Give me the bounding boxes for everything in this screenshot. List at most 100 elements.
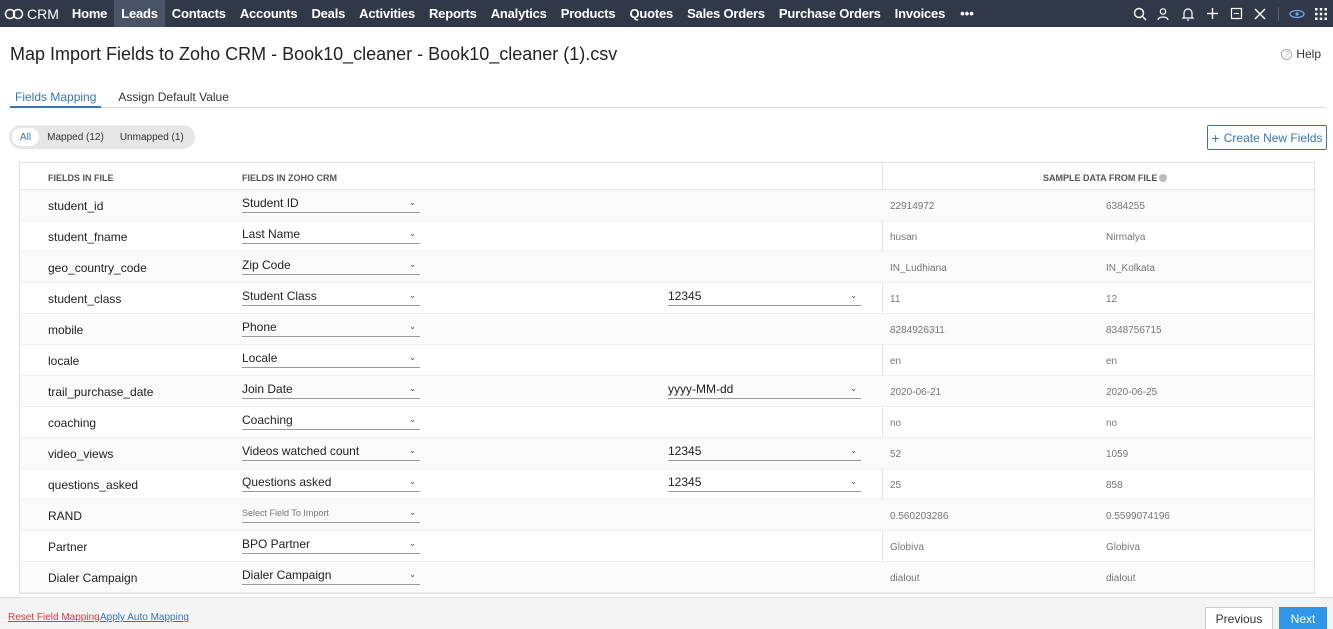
file-field-name: geo_country_code xyxy=(48,261,147,275)
crm-field-select[interactable]: Locale ⌄ xyxy=(242,348,420,368)
crm-field-value: Join Date xyxy=(242,382,293,396)
file-field-name: video_views xyxy=(48,447,114,461)
nav-item-invoices[interactable]: Invoices xyxy=(888,0,952,27)
sample-value-1: 52 xyxy=(890,449,902,460)
format-value: 12345 xyxy=(668,444,702,458)
header-sample-data-label: SAMPLE DATA FROM FILE xyxy=(1043,173,1158,183)
tab-fields-mapping[interactable]: Fields Mapping xyxy=(10,87,102,108)
brand[interactable]: CRM xyxy=(0,0,65,27)
crm-field-value: Locale xyxy=(242,351,278,365)
table-row: coaching Coaching ⌄ no no xyxy=(20,407,1314,438)
sample-value-2: 12 xyxy=(1106,294,1118,305)
format-select[interactable]: 12345 ⌄ xyxy=(668,472,861,492)
nav-item-sales-orders[interactable]: Sales Orders xyxy=(680,0,772,27)
filter-pill-unmapped[interactable]: Unmapped (1) xyxy=(112,128,192,146)
crm-field-select[interactable]: Coaching ⌄ xyxy=(242,410,420,430)
sample-value-2: Nirmalya xyxy=(1106,232,1146,243)
crm-field-select[interactable]: Zip Code ⌄ xyxy=(242,255,420,275)
chevron-down-icon: ⌄ xyxy=(409,477,416,486)
nav-item-accounts[interactable]: Accounts xyxy=(233,0,305,27)
sample-value-1: dialout xyxy=(890,573,920,584)
chevron-down-icon: ⌄ xyxy=(409,291,416,300)
nav-item-activities[interactable]: Activities xyxy=(352,0,422,27)
sample-value-1: 22914972 xyxy=(890,201,935,212)
info-icon[interactable] xyxy=(1159,174,1168,182)
crm-field-value: Zip Code xyxy=(242,258,291,272)
table-row: RAND Select Field To Import ⌄ 0.560203286 0.… xyxy=(20,500,1314,531)
eye-link-icon[interactable] xyxy=(1285,0,1309,27)
nav-item-home[interactable]: Home xyxy=(65,0,114,27)
nav-item-reports[interactable]: Reports xyxy=(422,0,484,27)
reset-field-mapping-link[interactable]: Reset Field Mapping xyxy=(8,612,100,623)
chevron-down-icon: ⌄ xyxy=(409,384,416,393)
top-nav: CRM Home Leads Contacts Accounts Deals Activi… xyxy=(0,0,1333,27)
sample-value-1: 11 xyxy=(890,294,901,305)
nav-item-products[interactable]: Products xyxy=(554,0,623,27)
header-fields-in-crm: FIELDS IN ZOHO CRM xyxy=(242,173,337,183)
nav-item-quotes[interactable]: Quotes xyxy=(622,0,680,27)
plus-icon[interactable] xyxy=(1200,0,1224,27)
filter-pill-all[interactable]: All xyxy=(12,128,40,146)
nav-item-leads[interactable]: Leads xyxy=(114,0,165,27)
nav-item-purchase-orders[interactable]: Purchase Orders xyxy=(772,0,888,27)
tools-icon[interactable] xyxy=(1248,0,1272,27)
tab-assign-default-value[interactable]: Assign Default Value xyxy=(113,87,234,108)
crm-field-select[interactable]: BPO Partner ⌄ xyxy=(242,534,420,554)
next-button[interactable]: Next xyxy=(1279,607,1327,629)
file-field-name: mobile xyxy=(48,323,84,337)
nav-item-deals[interactable]: Deals xyxy=(304,0,352,27)
sample-value-1: no xyxy=(890,418,902,429)
crm-field-select[interactable]: Select Field To Import ⌄ xyxy=(242,503,420,523)
crm-field-value: Select Field To Import xyxy=(242,508,329,518)
file-field-name: coaching xyxy=(48,416,97,430)
page-title: Map Import Fields to Zoho CRM - Book10_c… xyxy=(10,44,618,64)
crm-field-select[interactable]: Questions asked ⌄ xyxy=(242,472,420,492)
crm-field-select[interactable]: Last Name ⌄ xyxy=(242,224,420,244)
apps-grid-icon[interactable] xyxy=(1309,0,1333,27)
sample-value-1: 2020-06-21 xyxy=(890,387,942,398)
table-row: locale Locale ⌄ en en xyxy=(20,345,1314,376)
sample-value-2: 8348756715 xyxy=(1106,325,1162,336)
sample-value-2: 2020-06-25 xyxy=(1106,387,1158,398)
crm-field-select[interactable]: Join Date ⌄ xyxy=(242,379,420,399)
previous-button[interactable]: Previous xyxy=(1205,607,1273,629)
crm-field-select[interactable]: Dialer Campaign ⌄ xyxy=(242,565,420,585)
nav-item-contacts[interactable]: Contacts xyxy=(165,0,233,27)
format-select[interactable]: 12345 ⌄ xyxy=(668,286,861,306)
crm-field-value: Last Name xyxy=(242,227,301,241)
format-value: 12345 xyxy=(668,475,702,489)
sample-value-2: 1059 xyxy=(1106,449,1129,460)
apply-auto-mapping-link[interactable]: Apply Auto Mapping xyxy=(100,612,189,623)
chevron-down-icon: ⌄ xyxy=(850,446,857,455)
crm-field-value: Phone xyxy=(242,320,277,334)
table-row: student_class Student Class ⌄ 12345 ⌄ 11 12 xyxy=(20,283,1314,314)
crm-field-select[interactable]: Student Class ⌄ xyxy=(242,286,420,306)
table-row: Partner BPO Partner ⌄ Globiva Globiva xyxy=(20,531,1314,562)
sample-value-1: husan xyxy=(890,232,918,243)
help-label: Help xyxy=(1296,47,1321,61)
format-select[interactable]: yyyy-MM-dd ⌄ xyxy=(668,379,861,399)
format-select[interactable]: 12345 ⌄ xyxy=(668,441,861,461)
header-sample-data: SAMPLE DATA FROM FILE xyxy=(1043,173,1168,183)
nav-more-button[interactable]: ••• xyxy=(952,0,982,27)
chevron-down-icon: ⌄ xyxy=(409,415,416,424)
nav-item-analytics[interactable]: Analytics xyxy=(484,0,554,27)
search-icon[interactable] xyxy=(1128,0,1152,27)
sample-value-2: IN_Kolkata xyxy=(1106,263,1155,274)
chevron-down-icon: ⌄ xyxy=(409,353,416,362)
table-row: trail_purchase_date Join Date ⌄ yyyy-MM-dd ⌄… xyxy=(20,376,1314,407)
create-new-fields-button[interactable]: + Create New Fields xyxy=(1207,125,1327,150)
help-link[interactable]: ? Help xyxy=(1281,47,1321,61)
chevron-down-icon: ⌄ xyxy=(409,322,416,331)
table-row: geo_country_code Zip Code ⌄ IN_Ludhiana IN_K… xyxy=(20,252,1314,283)
calendar-icon[interactable] xyxy=(1224,0,1248,27)
crm-field-select[interactable]: Student ID ⌄ xyxy=(242,193,420,213)
crm-field-select[interactable]: Phone ⌄ xyxy=(242,317,420,337)
filter-pill-mapped[interactable]: Mapped (12) xyxy=(39,128,112,146)
sample-value-1: Globiva xyxy=(890,542,924,553)
crm-field-select[interactable]: Videos watched count ⌄ xyxy=(242,441,420,461)
mapping-table: FIELDS IN FILE FIELDS IN ZOHO CRM SAMPLE… xyxy=(19,162,1315,594)
user-settings-icon[interactable] xyxy=(1152,0,1176,27)
crm-field-value: Videos watched count xyxy=(242,444,360,458)
bell-icon[interactable] xyxy=(1176,0,1200,27)
